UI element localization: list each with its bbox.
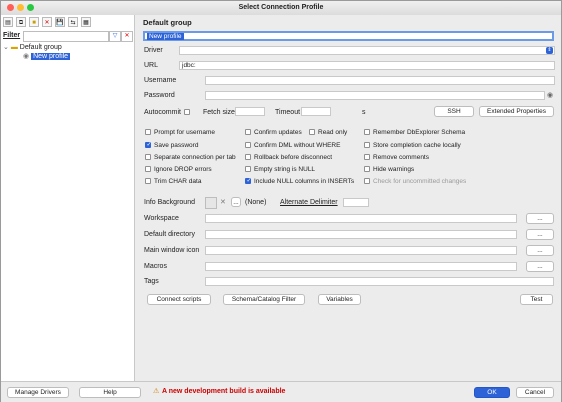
timeout-label: Timeout (275, 109, 301, 116)
default-directory-input[interactable] (205, 230, 517, 239)
alternate-delimiter-input[interactable] (343, 198, 369, 207)
chevron-down-icon[interactable]: ⌄ (3, 44, 9, 51)
driver-label: Driver (144, 47, 163, 54)
workspace-browse-button[interactable]: ... (526, 213, 554, 224)
ignore-drop-errors-checkbox[interactable]: Ignore DROP errors (145, 166, 212, 173)
test-button[interactable]: Test (520, 294, 553, 305)
copy-to-group-icon[interactable]: ⇆ (68, 17, 78, 27)
new-folder-icon[interactable]: ■ (29, 17, 39, 27)
macros-browse-button[interactable]: ... (526, 261, 554, 272)
title-bar: Select Connection Profile (1, 1, 561, 16)
main-window-icon-label: Main window icon (144, 247, 200, 254)
extended-properties-button[interactable]: Extended Properties (479, 106, 554, 117)
new-profile-icon[interactable]: ▤ (3, 17, 13, 27)
tree-profile-item[interactable]: ◉ New profile (3, 52, 71, 61)
filter-input[interactable] (23, 31, 109, 42)
profile-tree: ⌄ ▬ Default group ◉ New profile (3, 43, 71, 61)
choose-color-button[interactable]: ... (231, 197, 241, 207)
password-input[interactable] (205, 91, 545, 100)
hide-warnings-checkbox[interactable]: Hide warnings (364, 166, 414, 173)
autocommit-checkbox[interactable] (184, 109, 193, 116)
autocommit-label: Autocommit (144, 109, 181, 116)
clear-filter-icon[interactable]: ✕ (121, 31, 133, 42)
tags-input[interactable] (205, 277, 554, 286)
workspace-label: Workspace (144, 215, 179, 222)
url-input[interactable]: jdbc: (179, 61, 555, 70)
clear-color-icon[interactable]: ✕ (220, 198, 226, 206)
url-label: URL (144, 62, 159, 69)
filter-row: Filter ▽ ✕ (3, 31, 133, 42)
save-profiles-icon[interactable]: 💾 (55, 17, 65, 27)
color-swatch[interactable] (205, 197, 217, 209)
cancel-button[interactable]: Cancel (516, 387, 554, 398)
profile-name-input[interactable]: New profile (143, 31, 554, 41)
empty-string-null-checkbox[interactable]: Empty string is NULL (245, 166, 315, 173)
username-input[interactable] (205, 76, 555, 85)
confirm-updates-checkbox[interactable]: Confirm updates (245, 129, 302, 136)
folder-icon: ▬ (10, 44, 18, 51)
help-button[interactable]: Help (79, 387, 141, 398)
warning-icon: ⚠ (153, 388, 160, 395)
chevron-updown-icon: ⇕ (546, 47, 553, 54)
connect-scripts-button[interactable]: Connect scripts (147, 294, 211, 305)
read-only-checkbox[interactable]: Read only (309, 129, 347, 136)
rollback-before-disconnect-checkbox[interactable]: Rollback before disconnect (245, 154, 332, 161)
new-build-warning[interactable]: A new development build is available (162, 388, 285, 395)
profile-editor: Default group New profile Driver ⇕ URL j… (135, 15, 561, 381)
main-window-icon-browse-button[interactable]: ... (526, 245, 554, 256)
macros-input[interactable] (205, 262, 517, 271)
ssh-button[interactable]: SSH (434, 106, 474, 117)
include-null-columns-checkbox[interactable]: Include NULL columns in INSERTs (245, 177, 354, 185)
profile-name-value: New profile (147, 33, 184, 40)
username-label: Username (144, 77, 177, 84)
tree-group-item[interactable]: ⌄ ▬ Default group (3, 43, 70, 52)
group-title: Default group (143, 18, 192, 27)
manage-drivers-button[interactable]: Manage Drivers (7, 387, 69, 398)
trim-char-data-checkbox[interactable]: Trim CHAR data (145, 178, 201, 185)
default-directory-label: Default directory (144, 231, 195, 238)
show-password-icon[interactable]: ◉ (547, 91, 553, 99)
fetch-size-label: Fetch size (203, 109, 235, 116)
schema-catalog-filter-button[interactable]: Schema/Catalog Filter (223, 294, 305, 305)
window-title: Select Connection Profile (238, 4, 324, 11)
variables-button[interactable]: Variables (318, 294, 361, 305)
alternate-delimiter-label: Alternate Delimiter (280, 199, 338, 206)
profile-icon: ◉ (23, 53, 30, 60)
check-uncommitted-checkbox: Check for uncommitted changes (364, 178, 466, 185)
timeout-input[interactable] (301, 107, 331, 116)
remember-dbexplorer-schema-checkbox[interactable]: Remember DbExplorer Schema (364, 129, 465, 136)
separate-connection-checkbox[interactable]: Separate connection per tab (145, 154, 236, 161)
tree-profile-label: New profile (31, 53, 71, 60)
fetch-size-input[interactable] (235, 107, 265, 116)
macros-label: Macros (144, 263, 167, 270)
delete-profile-icon[interactable]: ✕ (42, 17, 52, 27)
password-label: Password (144, 92, 175, 99)
main-window-icon-input[interactable] (205, 246, 517, 255)
workspace-input[interactable] (205, 214, 517, 223)
profile-toolbar: ▤ ⧉ ■ ✕ 💾 ⇆ ▦ (3, 17, 91, 29)
bottom-bar: Manage Drivers Help ⚠ A new development … (1, 381, 561, 402)
connection-profile-window: Select Connection Profile ▤ ⧉ ■ ✕ 💾 ⇆ ▦ … (0, 0, 562, 402)
filter-funnel-icon[interactable]: ▽ (109, 31, 121, 42)
store-completion-cache-checkbox[interactable]: Store completion cache locally (364, 142, 461, 149)
timeout-unit: s (362, 109, 366, 116)
profile-tree-panel: ▤ ⧉ ■ ✕ 💾 ⇆ ▦ Filter ▽ ✕ ⌄ ▬ Default gro… (1, 15, 135, 381)
rename-group-icon[interactable]: ▦ (81, 17, 91, 27)
tree-group-label: Default group (19, 44, 62, 51)
filter-label: Filter (3, 32, 21, 39)
default-directory-browse-button[interactable]: ... (526, 229, 554, 240)
info-background-label: Info Background (144, 199, 195, 206)
remove-comments-checkbox[interactable]: Remove comments (364, 154, 429, 161)
url-value: jdbc: (182, 62, 196, 69)
ok-button[interactable]: OK (474, 387, 510, 398)
copy-profile-icon[interactable]: ⧉ (16, 17, 26, 27)
save-password-checkbox[interactable]: Save password (145, 141, 198, 149)
prompt-username-checkbox[interactable]: Prompt for username (145, 129, 215, 136)
confirm-dml-checkbox[interactable]: Confirm DML without WHERE (245, 142, 340, 149)
info-background-none: (None) (245, 199, 267, 206)
tags-label: Tags (144, 278, 159, 285)
driver-select[interactable]: ⇕ (179, 46, 555, 55)
